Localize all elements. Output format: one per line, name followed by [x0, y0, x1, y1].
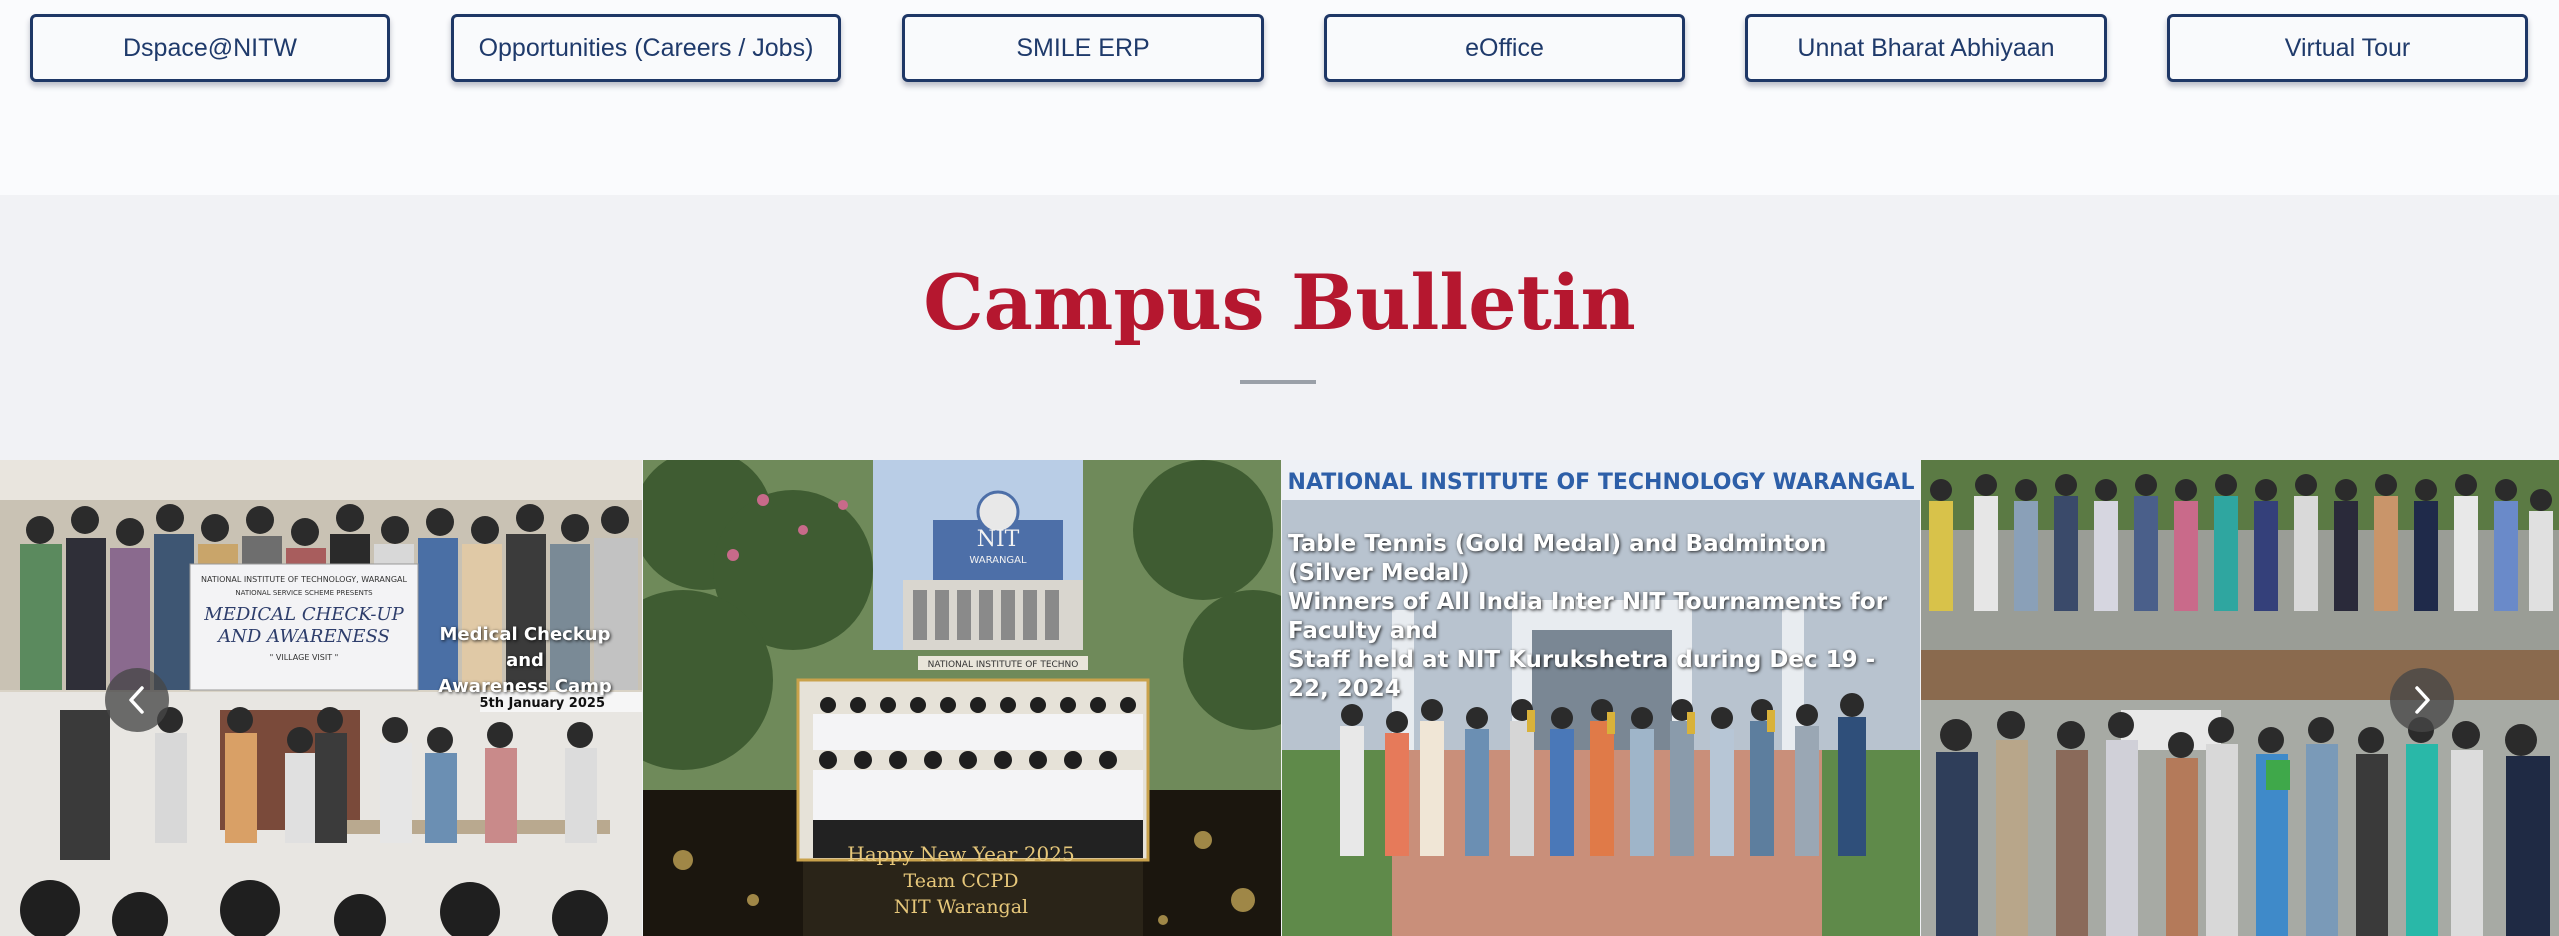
title-divider — [1240, 380, 1316, 384]
quick-links-bar: Dspace@NITW Opportunities (Careers / Job… — [0, 0, 2559, 195]
carousel-prev-button[interactable] — [105, 668, 169, 732]
smile-erp-button[interactable]: SMILE ERP — [902, 14, 1264, 82]
caption-line: Medical Checkup and — [439, 624, 611, 671]
caption-line: Awareness Camp — [438, 676, 612, 697]
building-header: NATIONAL INSTITUTE OF TECHNOLOGY WARANGA… — [1288, 470, 1915, 495]
greeting-line2: Team CCPD — [904, 870, 1019, 892]
bulletin-card-sports-winners[interactable]: NATIONAL INSTITUTE OF TECHNOLOGY WARANGA… — [1282, 460, 1920, 936]
sign-strip: NATIONAL INSTITUTE OF TECHNO — [928, 660, 1079, 670]
plantation-image — [1921, 460, 2559, 936]
carousel-next-button[interactable] — [2390, 668, 2454, 732]
sign-line1: NIT — [977, 527, 1020, 552]
caption-line: Winners of All India Inter NIT Tournamen… — [1288, 589, 1888, 644]
bulletin-card-plantation[interactable] — [1921, 460, 2559, 936]
caption-line: Table Tennis (Gold Medal) and Badminton … — [1288, 531, 1827, 586]
banner-note: " VILLAGE VISIT " — [270, 653, 339, 662]
dspace-button[interactable]: Dspace@NITW — [30, 14, 390, 82]
section-title: Campus Bulletin — [923, 258, 1636, 347]
banner-title1: MEDICAL CHECK-UP — [203, 604, 404, 625]
bulletin-card-medical-camp[interactable]: NATIONAL INSTITUTE OF TECHNOLOGY, WARANG… — [0, 460, 642, 936]
new-year-image: NIT WARANGAL NATIONAL INSTITUTE OF TECHN… — [643, 460, 1281, 936]
sign-line2: WARANGAL — [969, 555, 1027, 566]
banner-org-text: NATIONAL INSTITUTE OF TECHNOLOGY, WARANG… — [201, 575, 408, 584]
unnat-bharat-button[interactable]: Unnat Bharat Abhiyaan — [1745, 14, 2107, 82]
eoffice-button[interactable]: eOffice — [1324, 14, 1685, 82]
greeting-line1: Happy New Year 2025 — [847, 842, 1074, 866]
chevron-left-icon — [129, 686, 144, 714]
card-caption: Medical Checkup and Awareness Camp — [420, 622, 630, 700]
chevron-right-icon — [2415, 686, 2430, 714]
banner-sub-text: NATIONAL SERVICE SCHEME PRESENTS — [235, 589, 373, 597]
banner-title2: AND AWARENESS — [216, 626, 390, 647]
caption-line: Staff held at NIT Kurukshetra during Dec… — [1288, 647, 1876, 702]
virtual-tour-button[interactable]: Virtual Tour — [2167, 14, 2528, 82]
greeting-line3: NIT Warangal — [894, 896, 1028, 918]
card-caption: Table Tennis (Gold Medal) and Badminton … — [1288, 530, 1918, 704]
bulletin-card-new-year[interactable]: NIT WARANGAL NATIONAL INSTITUTE OF TECHN… — [643, 460, 1281, 936]
opportunities-button[interactable]: Opportunities (Careers / Jobs) — [451, 14, 841, 82]
